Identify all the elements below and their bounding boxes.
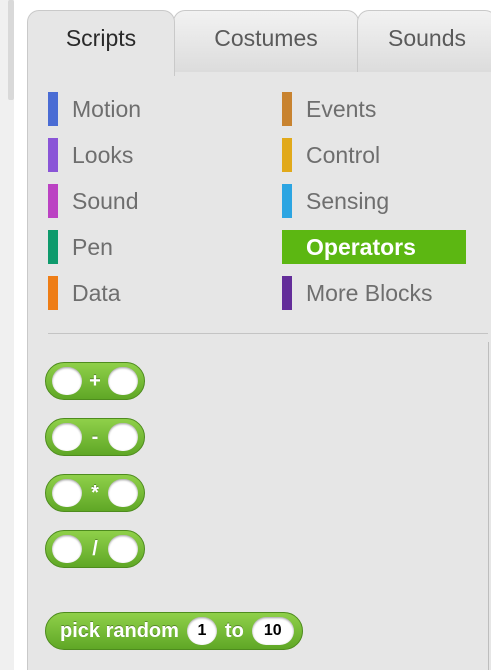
block-label: to xyxy=(224,619,244,642)
block-input-slot[interactable] xyxy=(52,535,82,563)
category-color-swatch xyxy=(48,230,58,264)
block-operator: * xyxy=(91,481,99,504)
category-color-swatch xyxy=(282,276,292,310)
category-label: Sound xyxy=(72,187,139,214)
block-multiply[interactable]: * xyxy=(45,474,145,512)
category-motion[interactable]: Motion xyxy=(48,92,248,126)
category-label: Operators xyxy=(306,233,416,260)
category-color-swatch xyxy=(48,138,58,172)
category-label: Looks xyxy=(72,141,134,168)
tab-scripts-label: Scripts xyxy=(65,25,137,51)
scripts-area-edge xyxy=(488,342,489,670)
category-label: Motion xyxy=(72,95,142,122)
category-label: Pen xyxy=(72,233,113,260)
scratch-editor-palette: Costumes Sounds Scripts Motion Looks Sou… xyxy=(0,0,491,670)
category-color-swatch xyxy=(282,184,292,218)
category-looks[interactable]: Looks xyxy=(48,138,248,172)
blocks-panel: Costumes Sounds Scripts Motion Looks Sou… xyxy=(27,0,491,670)
category-color-swatch xyxy=(48,276,58,310)
category-color-swatch xyxy=(48,92,58,126)
category-data[interactable]: Data xyxy=(48,276,248,310)
block-input-to[interactable]: 10 xyxy=(251,617,294,645)
category-color-swatch xyxy=(282,92,292,126)
block-divide[interactable]: / xyxy=(45,530,145,568)
category-color-swatch xyxy=(282,138,292,172)
category-operators[interactable]: Operators xyxy=(282,230,466,264)
tab-sounds[interactable]: Sounds xyxy=(357,10,491,72)
category-color-swatch xyxy=(48,184,58,218)
category-label: Events xyxy=(306,95,377,122)
category-more-blocks[interactable]: More Blocks xyxy=(282,276,482,310)
block-input-slot[interactable] xyxy=(108,367,138,395)
category-pen[interactable]: Pen xyxy=(48,230,248,264)
block-input-slot[interactable] xyxy=(108,535,138,563)
category-label: More Blocks xyxy=(306,279,433,306)
category-label: Data xyxy=(72,279,121,306)
category-control[interactable]: Control xyxy=(282,138,482,172)
palette-divider xyxy=(48,333,488,334)
block-pick-random[interactable]: pick random 1 to 10 xyxy=(45,612,303,650)
block-subtract[interactable]: - xyxy=(45,418,145,456)
category-sound[interactable]: Sound xyxy=(48,184,248,218)
block-input-from[interactable]: 1 xyxy=(186,617,217,645)
block-add[interactable]: + xyxy=(45,362,145,400)
block-label: pick random xyxy=(60,619,179,642)
category-label: Control xyxy=(306,141,381,168)
category-events[interactable]: Events xyxy=(282,92,482,126)
block-input-slot[interactable] xyxy=(108,423,138,451)
tab-costumes[interactable]: Costumes xyxy=(173,10,359,72)
block-input-slot[interactable] xyxy=(52,479,82,507)
block-operator: + xyxy=(89,369,101,392)
block-operator: - xyxy=(91,425,99,448)
block-input-slot[interactable] xyxy=(108,479,138,507)
block-palette: Motion Looks Sound Pen Data Events Contr… xyxy=(27,72,491,670)
category-label: Sensing xyxy=(306,187,390,214)
block-operator: / xyxy=(92,537,98,560)
stage-edge xyxy=(0,0,14,670)
block-input-slot[interactable] xyxy=(52,367,82,395)
stage-scroll-edge xyxy=(8,0,14,100)
tab-sounds-label: Sounds xyxy=(387,25,466,51)
block-input-slot[interactable] xyxy=(52,423,82,451)
tab-costumes-label: Costumes xyxy=(214,25,318,51)
category-sensing[interactable]: Sensing xyxy=(282,184,482,218)
tab-scripts[interactable]: Scripts xyxy=(27,10,175,76)
category-color-swatch xyxy=(282,230,292,264)
